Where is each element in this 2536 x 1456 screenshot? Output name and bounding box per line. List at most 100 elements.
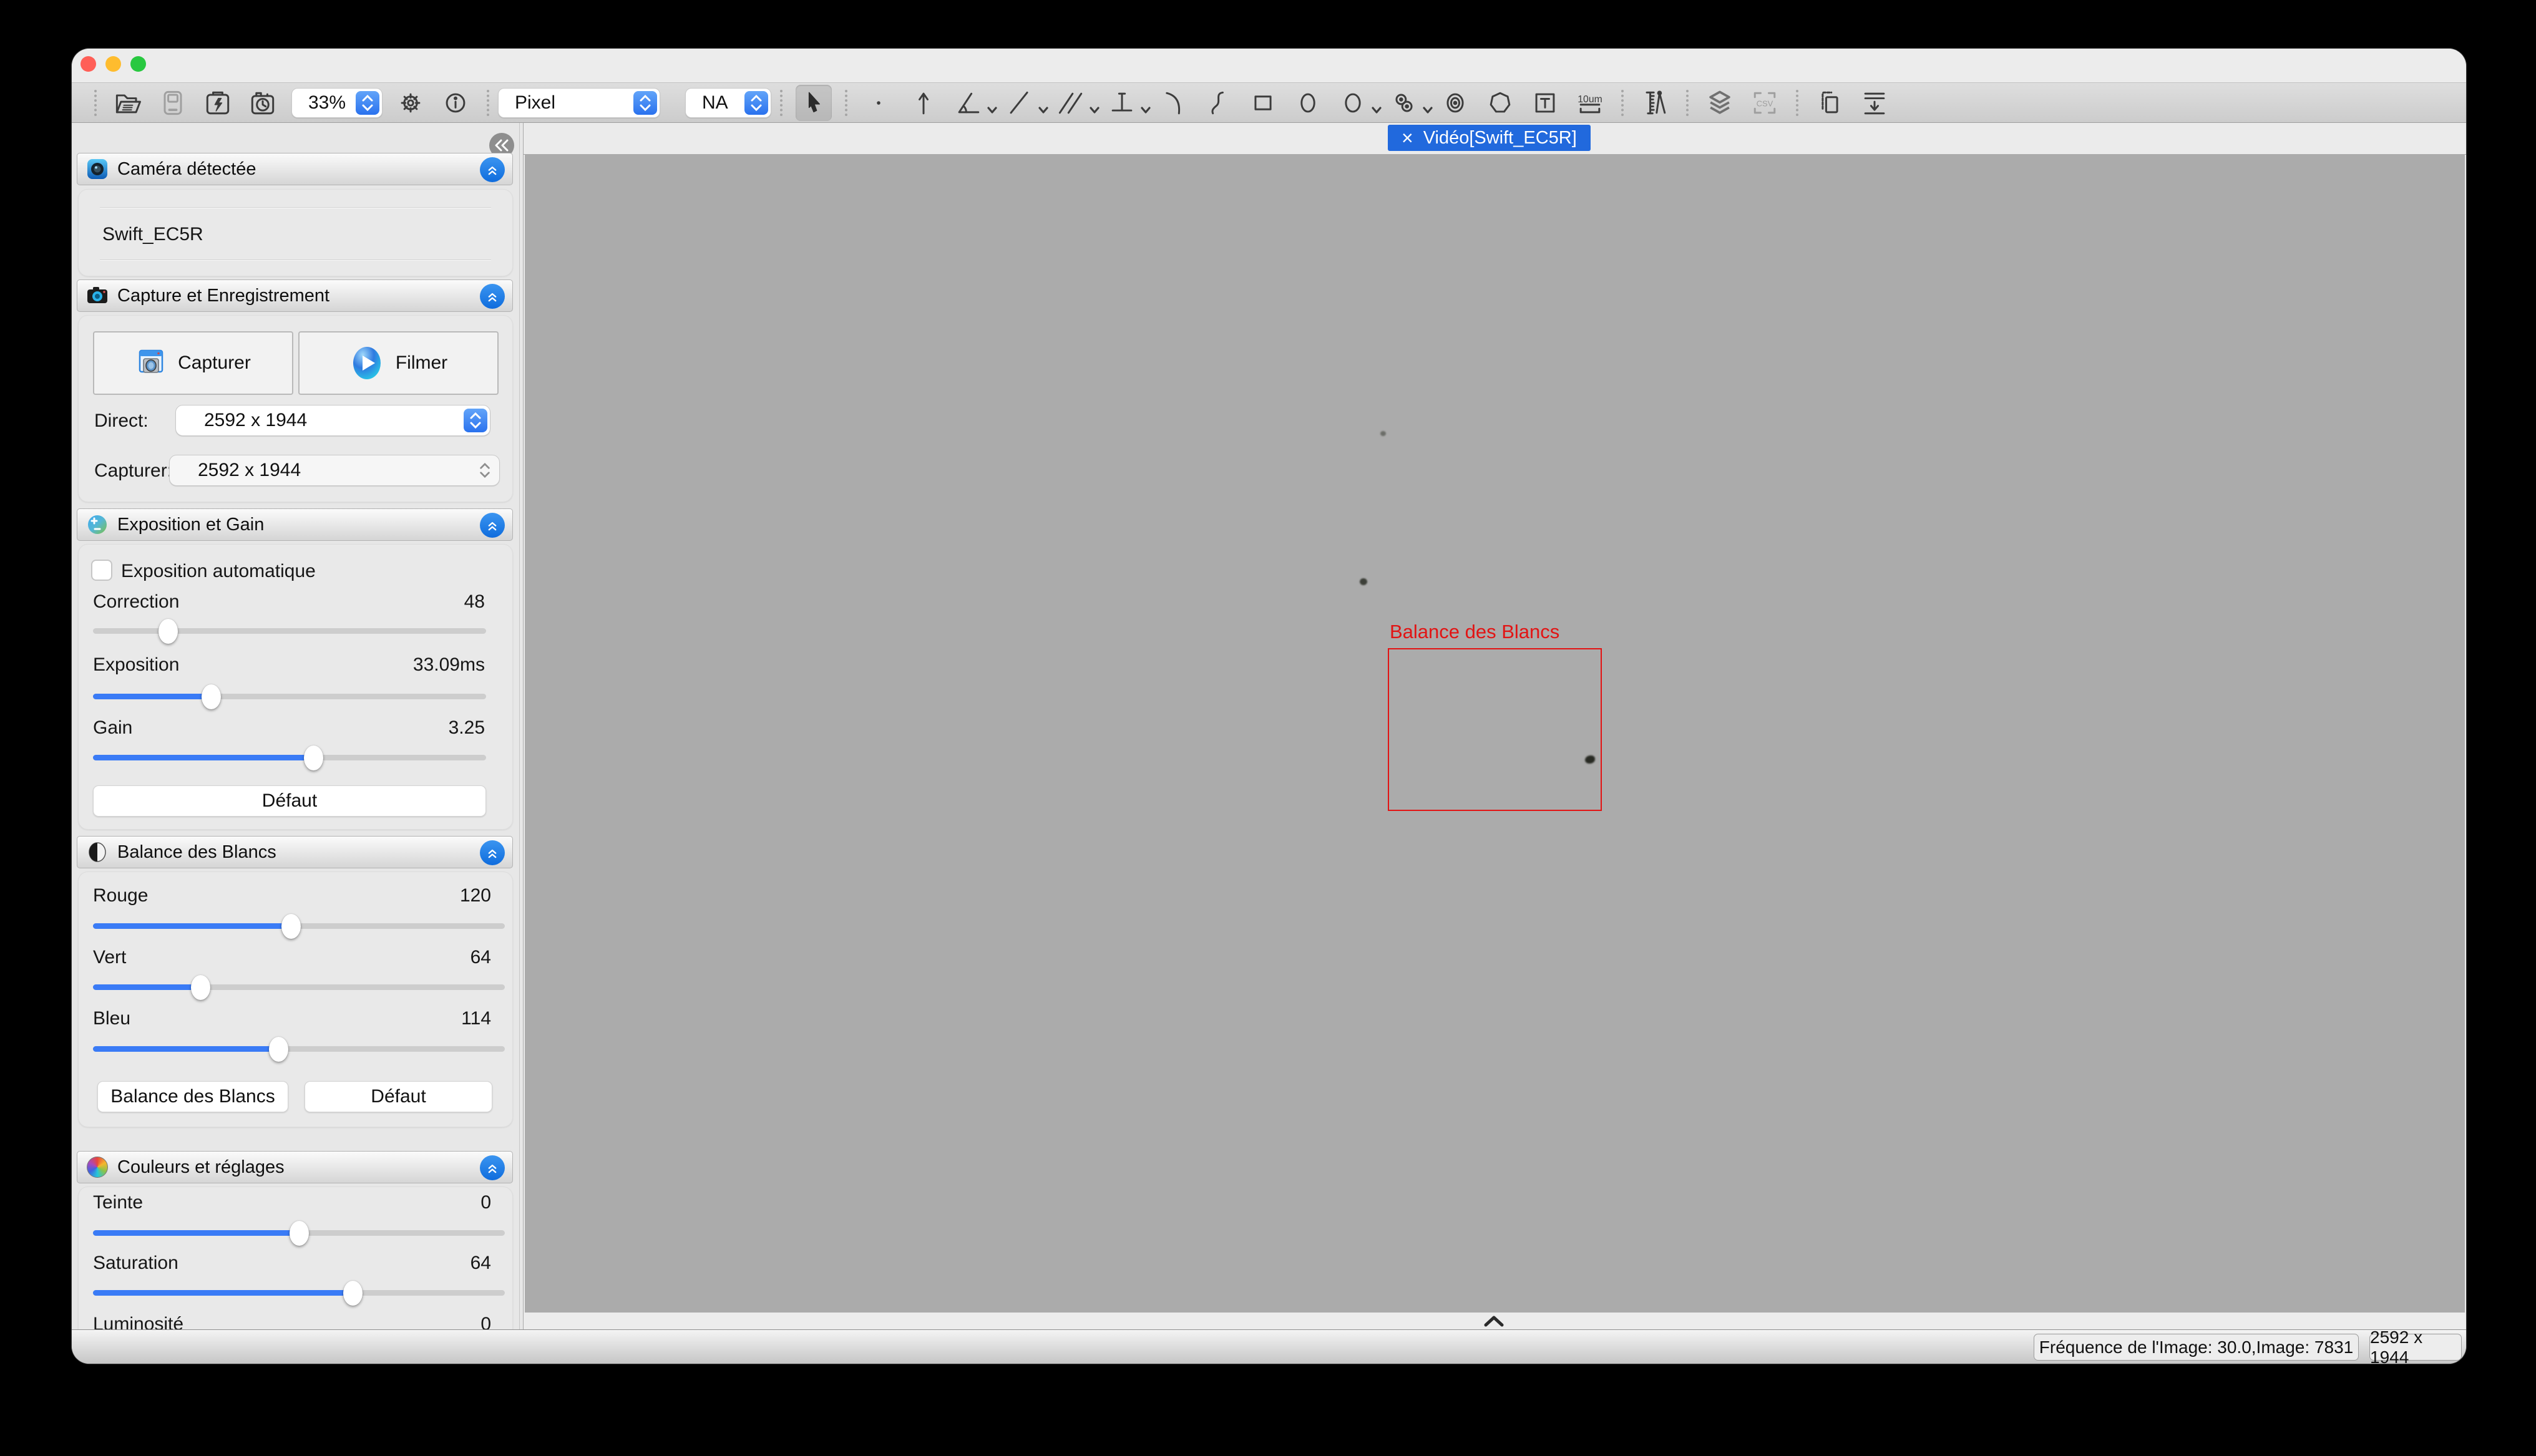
section-title: Balance des Blancs [117, 842, 276, 863]
zoom-value: 33% [292, 92, 346, 114]
unit-select[interactable]: Pixel [498, 88, 660, 118]
concentric-circles-tool-icon[interactable] [1437, 85, 1473, 121]
button-label: Défaut [371, 1086, 426, 1107]
tab-video[interactable]: × Vidéo[Swift_EC5R] [1388, 125, 1591, 151]
circle-tool-icon[interactable] [1335, 85, 1371, 121]
chevron-down-icon[interactable] [1423, 105, 1433, 117]
capture-button[interactable]: Capturer [93, 331, 293, 395]
calipers-icon[interactable] [1637, 85, 1673, 121]
exposure-default-button[interactable]: Défaut [93, 785, 486, 817]
hue-slider[interactable] [93, 1220, 505, 1245]
section-header-exposure[interactable]: Exposition et Gain [77, 508, 513, 541]
polygon-tool-icon[interactable] [1482, 85, 1518, 121]
camera-timer-icon[interactable] [245, 85, 281, 121]
exposure-icon [86, 513, 109, 536]
camera-flash-icon[interactable] [200, 85, 236, 121]
export-icon[interactable] [1856, 85, 1893, 121]
stepper-icon[interactable] [744, 91, 768, 115]
correction-slider[interactable] [93, 618, 486, 643]
frame-info: Fréquence de l'Image: 30.0,Image: 7831 [2039, 1337, 2353, 1357]
csv-export-icon[interactable]: CSV [1747, 85, 1783, 121]
perpendicular-tool-icon[interactable] [1104, 85, 1140, 121]
zoom-window-button[interactable] [130, 56, 146, 72]
toolbar-group-handle [94, 90, 97, 116]
parallel-lines-tool-icon[interactable] [1053, 85, 1089, 121]
stepper-icon[interactable] [464, 409, 487, 432]
white-balance-button[interactable]: Balance des Blancs [97, 1081, 288, 1112]
curve-tool-icon[interactable] [1200, 85, 1236, 121]
point-tool-icon[interactable] [861, 85, 897, 121]
chevron-down-icon[interactable] [987, 105, 997, 117]
white-balance-icon [86, 841, 109, 863]
camera-list-item[interactable]: Swift_EC5R [102, 224, 203, 245]
stepper-icon[interactable] [356, 91, 379, 115]
arrow-tool-icon[interactable] [905, 85, 942, 121]
capture-resolution-select[interactable]: 2592 x 1944 [169, 455, 500, 486]
text-tool-icon[interactable] [1527, 85, 1563, 121]
line-tool-icon[interactable] [1002, 85, 1038, 121]
copy-icon[interactable] [1812, 85, 1848, 121]
section-header-camera[interactable]: Caméra détectée [77, 153, 513, 185]
direct-resolution-value: 2592 x 1944 [176, 410, 307, 431]
section-header-capture[interactable]: Capture et Enregistrement [77, 279, 513, 312]
saturation-slider[interactable] [93, 1280, 505, 1305]
open-file-icon[interactable] [110, 85, 146, 121]
double-chevron-up-icon [484, 845, 501, 861]
section-header-colors[interactable]: Couleurs et réglages [77, 1151, 513, 1183]
chevron-down-icon[interactable] [1090, 105, 1100, 117]
app-window: 33% Pixel NA [72, 49, 2466, 1364]
button-label: Balance des Blancs [110, 1086, 275, 1107]
section-title: Capture et Enregistrement [117, 286, 329, 306]
linked-circles-tool-icon[interactable] [1386, 85, 1422, 121]
stepper-icon[interactable] [633, 91, 657, 115]
wb-default-button[interactable]: Défaut [305, 1081, 492, 1112]
close-tab-icon[interactable]: × [1402, 128, 1413, 148]
collapse-section-button[interactable] [480, 157, 505, 182]
gain-slider[interactable] [93, 745, 486, 770]
save-icon[interactable] [155, 85, 191, 121]
info-icon[interactable] [437, 85, 474, 121]
white-balance-roi[interactable] [1388, 648, 1602, 811]
settings-gear-icon[interactable] [393, 85, 429, 121]
toolbar-group-handle [845, 90, 847, 116]
zoom-select[interactable]: 33% [291, 88, 383, 118]
na-select[interactable]: NA [685, 88, 771, 118]
collapse-section-button[interactable] [480, 840, 505, 865]
record-button[interactable]: Filmer [298, 331, 499, 395]
white-balance-panel: Rouge 120 Vert 64 Bleu 114 Balance des B… [78, 871, 513, 1127]
close-window-button[interactable] [80, 56, 96, 72]
collapse-section-button[interactable] [480, 513, 505, 538]
cursor-arrow-icon[interactable] [796, 85, 832, 121]
chevron-down-icon[interactable] [1038, 105, 1048, 117]
minimize-window-button[interactable] [105, 56, 121, 72]
auto-exposure-label: Exposition automatique [121, 561, 316, 582]
red-slider[interactable] [93, 913, 505, 938]
ellipse-tool-icon[interactable] [1290, 85, 1326, 121]
blue-slider[interactable] [93, 1036, 505, 1061]
exposure-slider[interactable] [93, 684, 486, 709]
double-chevron-up-icon [484, 1160, 501, 1176]
green-slider[interactable] [93, 974, 505, 999]
expand-up-icon[interactable] [1481, 1315, 1507, 1327]
toolbar-group-handle [1796, 90, 1798, 116]
section-header-white-balance[interactable]: Balance des Blancs [77, 836, 513, 868]
collapse-section-button[interactable] [480, 284, 505, 309]
angle-tool-icon[interactable] [950, 85, 987, 121]
auto-exposure-checkbox[interactable] [91, 560, 112, 581]
chevron-down-icon[interactable] [1141, 105, 1151, 117]
stepper-icon[interactable] [473, 459, 497, 482]
rectangle-tool-icon[interactable] [1245, 85, 1281, 121]
arc-tool-icon[interactable] [1155, 85, 1191, 121]
frame-info-panel: Fréquence de l'Image: 30.0,Image: 7831 [2034, 1334, 2359, 1361]
layers-icon[interactable] [1702, 85, 1738, 121]
section-title: Exposition et Gain [117, 515, 264, 535]
unit-value: Pixel [499, 92, 555, 114]
direct-resolution-select[interactable]: 2592 x 1944 [175, 405, 490, 436]
collapse-section-button[interactable] [480, 1155, 505, 1180]
chevron-down-icon[interactable] [1372, 105, 1382, 117]
section-title: Couleurs et réglages [117, 1157, 285, 1178]
scalebar-tool-icon[interactable]: 10um [1572, 85, 1608, 121]
status-bar: Fréquence de l'Image: 30.0,Image: 7831 2… [72, 1329, 2466, 1364]
svg-text:10um: 10um [1578, 94, 1602, 105]
toolbar-group-handle [1621, 90, 1624, 116]
